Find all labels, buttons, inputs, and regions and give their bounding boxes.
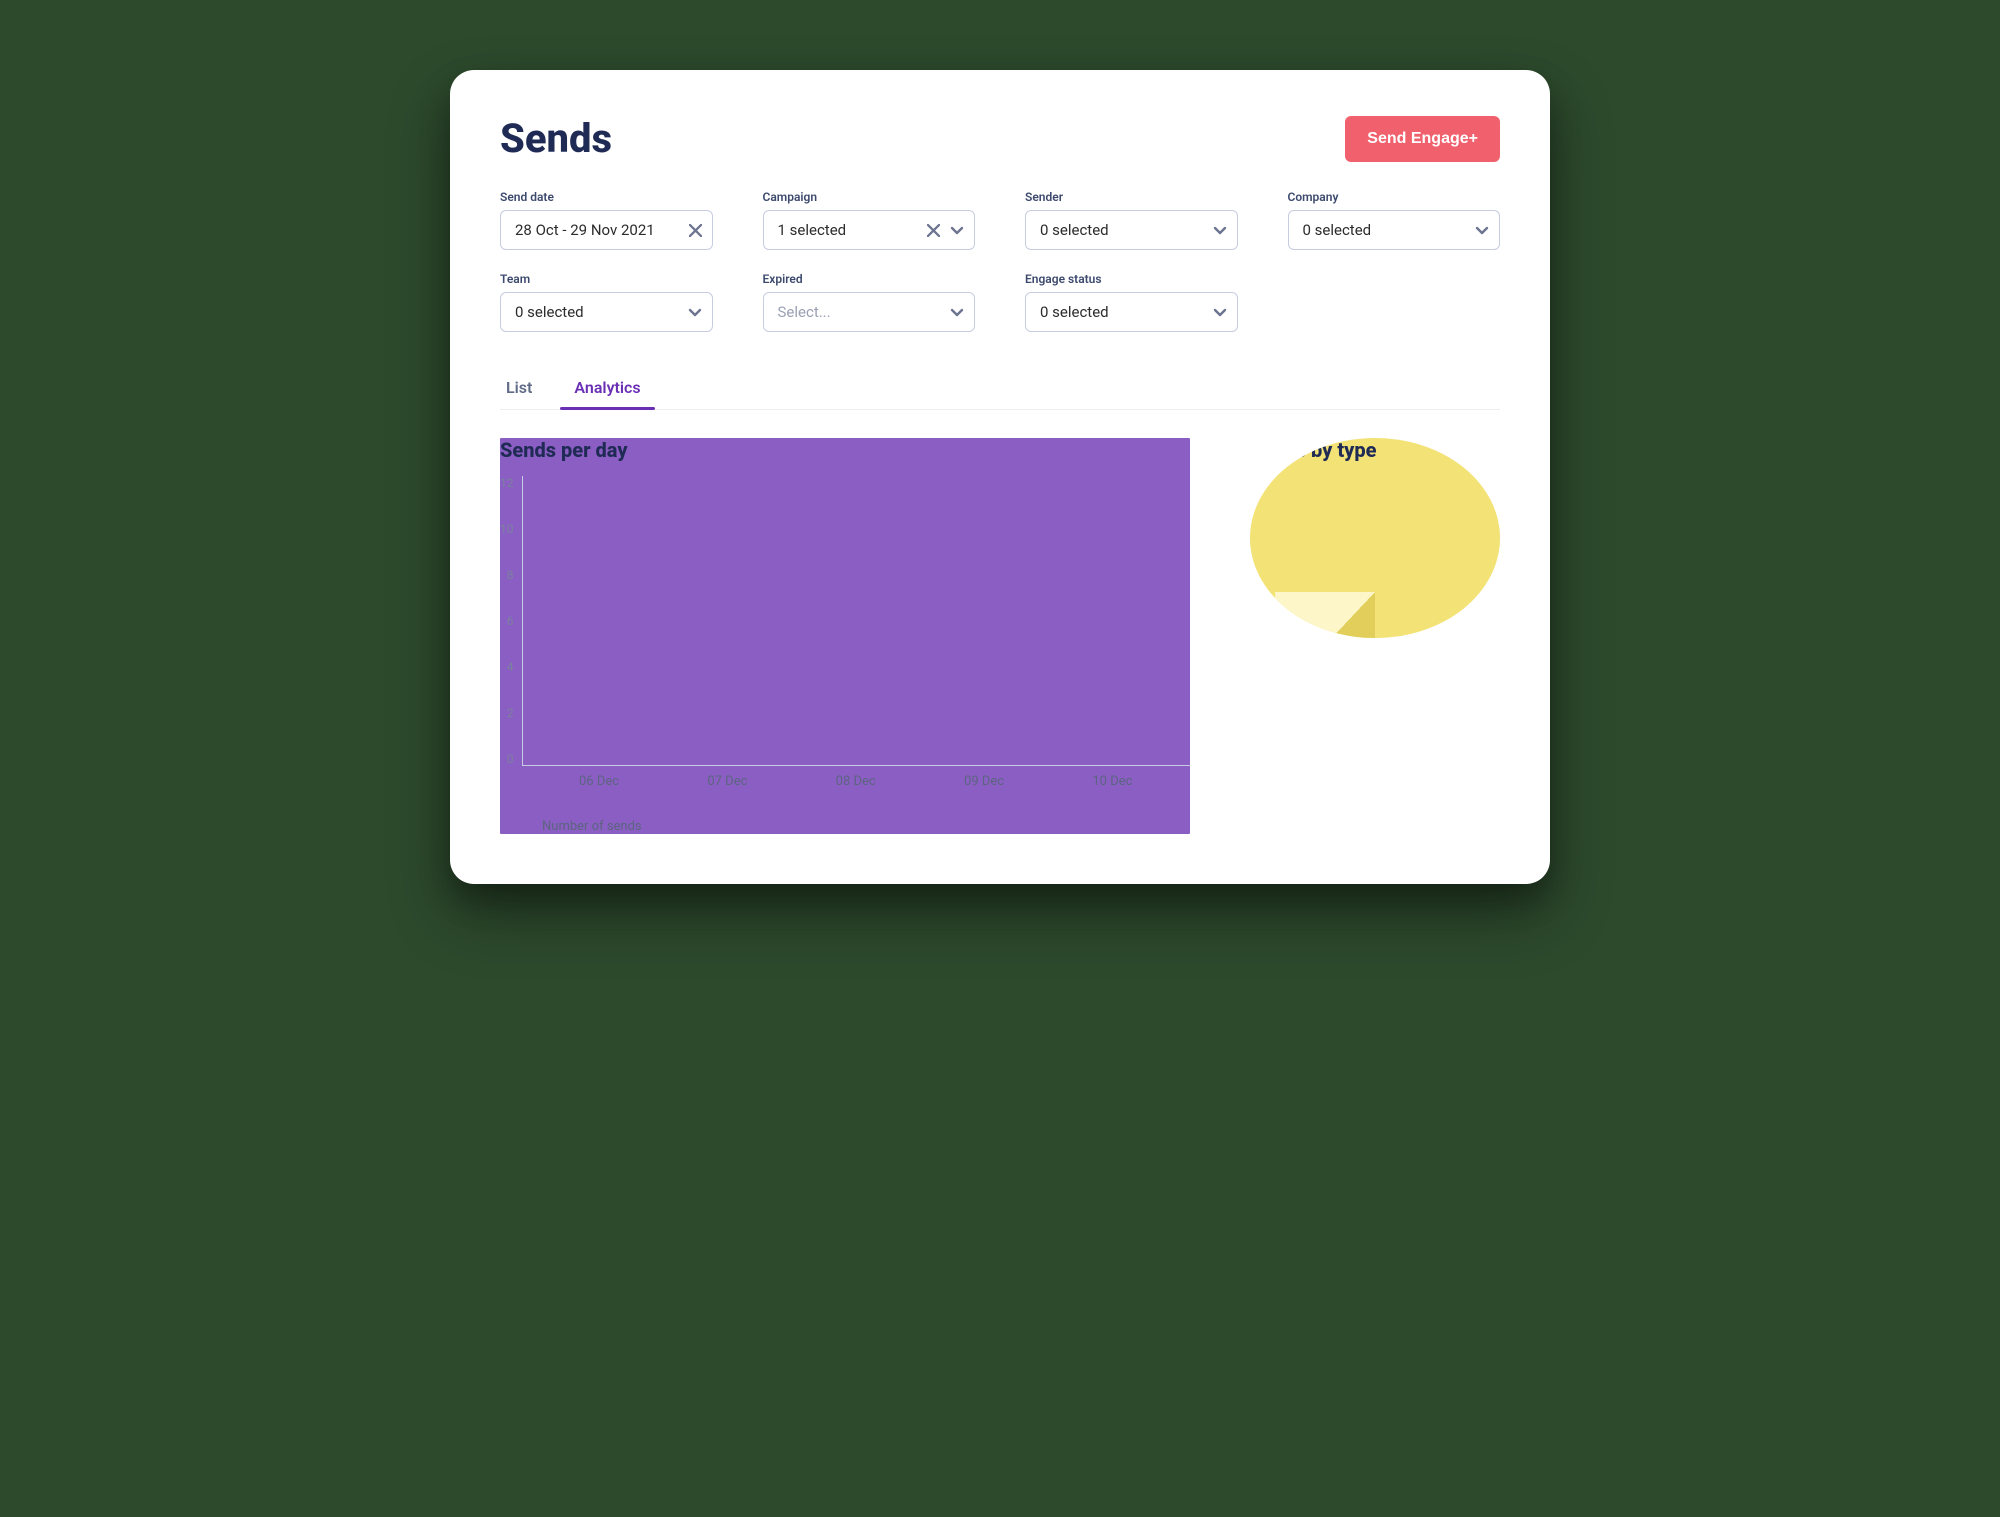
- bar: [699, 678, 755, 765]
- bar-chart: 12 10 8 6 4 2 0 06 Dec 07 Dec 08 Dec 09 Dec 10 Dec: [500, 476, 1190, 789]
- y-tick: 12: [500, 476, 514, 490]
- filter-icons: [927, 223, 964, 237]
- chevron-down-icon[interactable]: [950, 305, 964, 319]
- bar-legend-text: Number of sends: [542, 819, 642, 834]
- filter-control[interactable]: 28 Oct - 29 Nov 2021: [500, 210, 713, 250]
- chevron-down-icon[interactable]: [688, 305, 702, 319]
- charts-row: Sends per day 12 10 8 6 4 2 0 06 Dec 07 Dec 08 D…: [500, 438, 1500, 834]
- filter-icons: [688, 305, 702, 319]
- pie-chart: [1275, 492, 1475, 638]
- y-tick: 0: [507, 752, 514, 766]
- bar-chart-x-axis: 06 Dec 07 Dec 08 Dec 09 Dec 10 Dec: [522, 766, 1191, 789]
- filter-label: Company: [1288, 190, 1501, 204]
- filter-campaign: Campaign 1 selected: [763, 190, 976, 250]
- filter-company: Company 0 selected: [1288, 190, 1501, 250]
- filter-control[interactable]: 0 selected: [1025, 292, 1238, 332]
- legend-dot-icon: [520, 821, 532, 833]
- tab-analytics[interactable]: Analytics: [568, 370, 646, 409]
- chevron-down-icon[interactable]: [1475, 223, 1489, 237]
- filter-value: 0 selected: [1303, 221, 1372, 239]
- filter-label: Expired: [763, 272, 976, 286]
- y-tick: 8: [507, 568, 514, 582]
- filter-sender: Sender 0 selected: [1025, 190, 1238, 250]
- filters-grid: Send date 28 Oct - 29 Nov 2021 Campaign 1 s…: [500, 190, 1500, 332]
- bar-chart-legend: Number of sends: [500, 819, 1190, 834]
- filter-engage-status: Engage status 0 selected: [1025, 272, 1238, 332]
- tab-list[interactable]: List: [500, 370, 538, 409]
- bar: [956, 539, 1012, 765]
- y-tick: 6: [507, 614, 514, 628]
- filter-value: 0 selected: [515, 303, 584, 321]
- filter-value: 0 selected: [1040, 221, 1109, 239]
- bar: [828, 700, 884, 765]
- clear-icon[interactable]: [689, 224, 702, 237]
- page-title: Sends: [500, 115, 612, 162]
- pie-chart-title: Sends by type: [1250, 438, 1500, 462]
- filter-control[interactable]: 0 selected: [1025, 210, 1238, 250]
- dashboard-card: Sends Send Engage+ Send date 28 Oct - 29 …: [450, 70, 1550, 884]
- x-tick: 09 Dec: [964, 774, 1004, 789]
- filter-icons: [1213, 223, 1227, 237]
- filter-control[interactable]: 0 selected: [500, 292, 713, 332]
- pie-chart-block: Sends by type Gift CardMarketplaceBundle: [1250, 438, 1500, 638]
- filter-icons: [689, 224, 702, 237]
- bar-chart-block: Sends per day 12 10 8 6 4 2 0 06 Dec 07 Dec 08 D…: [500, 438, 1190, 834]
- tabs: List Analytics: [500, 370, 1500, 410]
- y-tick: 10: [500, 522, 514, 536]
- filter-control[interactable]: Select...: [763, 292, 976, 332]
- filter-icons: [950, 305, 964, 319]
- x-tick: 08 Dec: [836, 774, 876, 789]
- filter-value: 1 selected: [778, 221, 847, 239]
- send-engage-button[interactable]: Send Engage+: [1345, 116, 1500, 162]
- bar: [571, 746, 627, 765]
- chevron-down-icon[interactable]: [1213, 305, 1227, 319]
- bar-chart-plot: 06 Dec 07 Dec 08 Dec 09 Dec 10 Dec: [522, 476, 1191, 789]
- filter-value: 0 selected: [1040, 303, 1109, 321]
- filter-expired: Expired Select...: [763, 272, 976, 332]
- header-row: Sends Send Engage+: [500, 115, 1500, 162]
- bar-chart-title: Sends per day: [500, 438, 1190, 462]
- chevron-down-icon[interactable]: [950, 223, 964, 237]
- bar-chart-plot-area: [522, 476, 1191, 766]
- chevron-down-icon[interactable]: [1213, 223, 1227, 237]
- filter-value: 28 Oct - 29 Nov 2021: [515, 221, 655, 239]
- x-tick: 06 Dec: [579, 774, 619, 789]
- filter-control[interactable]: 0 selected: [1288, 210, 1501, 250]
- filter-icons: [1475, 223, 1489, 237]
- y-tick: 2: [507, 706, 514, 720]
- filter-label: Campaign: [763, 190, 976, 204]
- filter-icons: [1213, 305, 1227, 319]
- filter-label: Sender: [1025, 190, 1238, 204]
- pie-chart-wrap: Gift CardMarketplaceBundle: [1250, 492, 1500, 638]
- filter-label: Engage status: [1025, 272, 1238, 286]
- x-tick: 07 Dec: [707, 774, 747, 789]
- filter-team: Team 0 selected: [500, 272, 713, 332]
- x-tick: 10 Dec: [1092, 774, 1132, 789]
- clear-icon[interactable]: [927, 224, 940, 237]
- y-tick: 4: [507, 660, 514, 674]
- filter-send-date: Send date 28 Oct - 29 Nov 2021: [500, 190, 713, 250]
- filter-control[interactable]: 1 selected: [763, 210, 976, 250]
- filter-label: Team: [500, 272, 713, 286]
- bar-chart-y-axis: 12 10 8 6 4 2 0: [500, 476, 522, 766]
- bar: [1084, 746, 1140, 765]
- filter-value: Select...: [778, 303, 831, 321]
- filter-label: Send date: [500, 190, 713, 204]
